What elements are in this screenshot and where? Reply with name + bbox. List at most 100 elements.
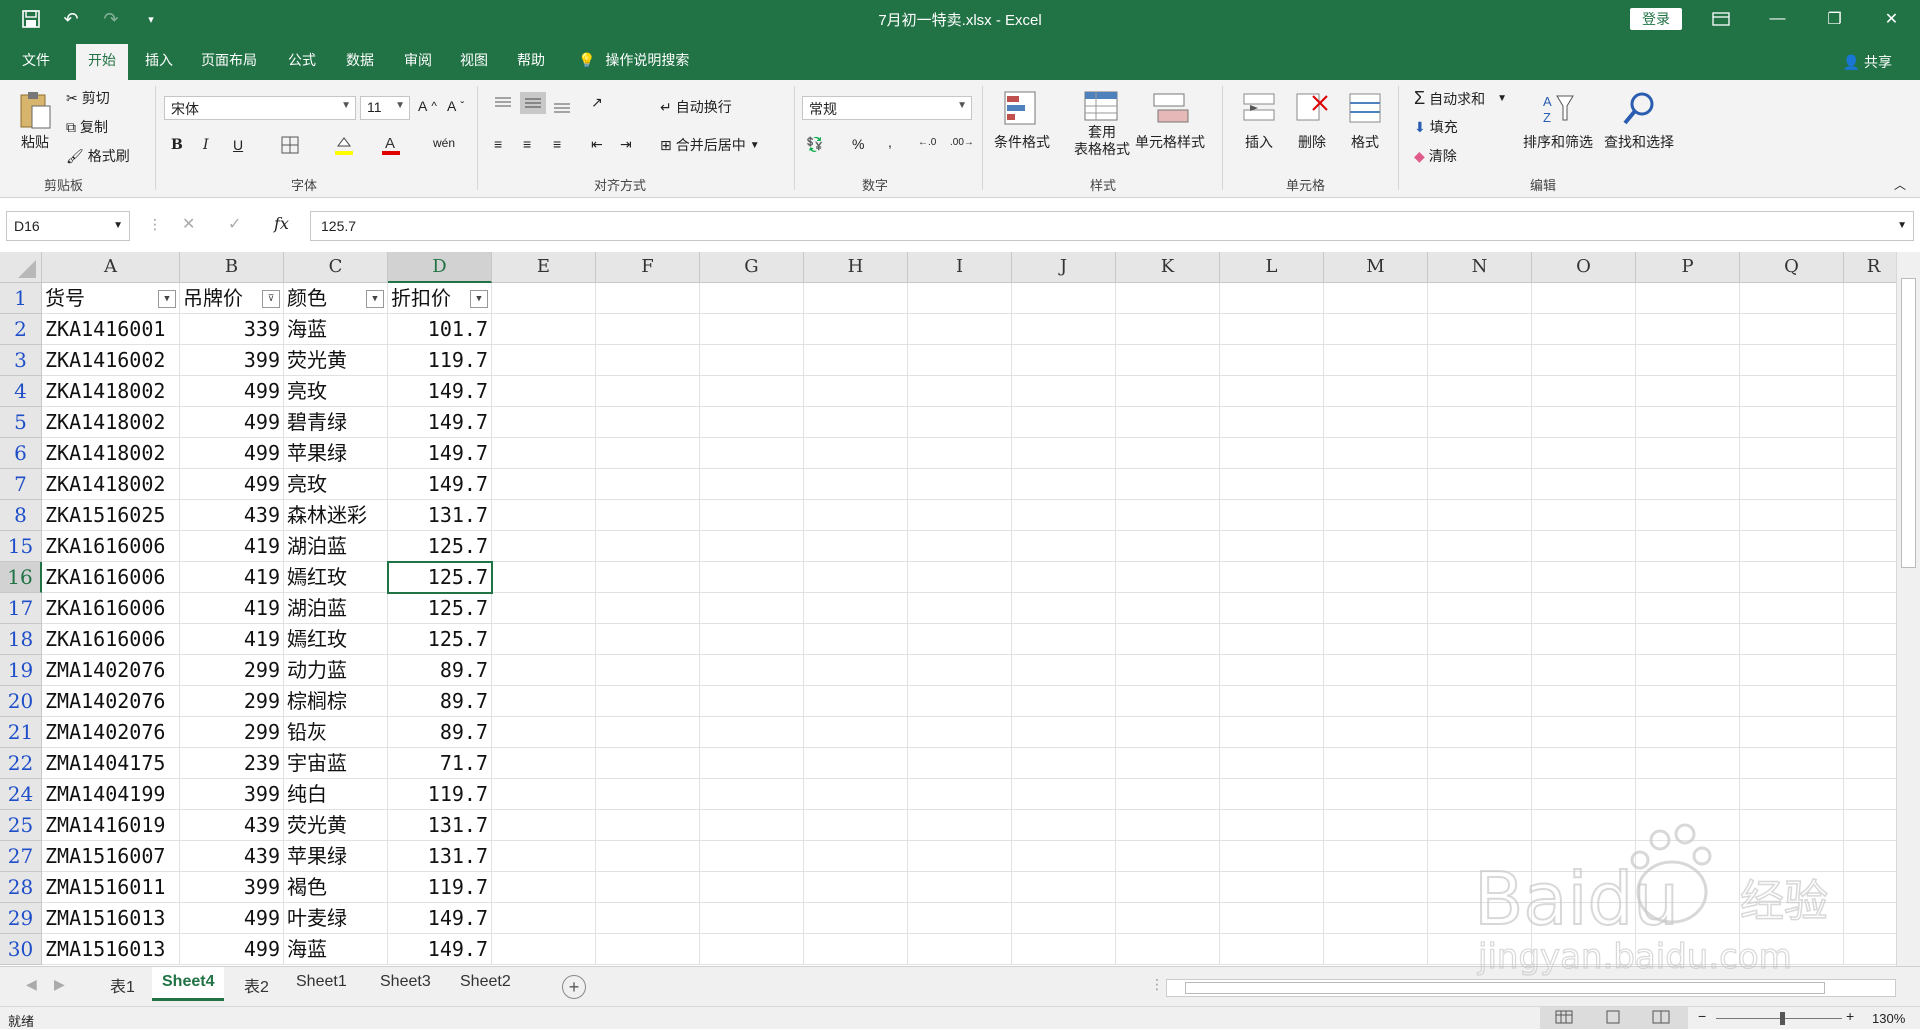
- empty-cell[interactable]: [492, 345, 596, 376]
- empty-cell[interactable]: [1012, 469, 1116, 500]
- cell-b[interactable]: 399: [180, 872, 284, 903]
- empty-cell[interactable]: [1012, 717, 1116, 748]
- empty-cell[interactable]: [1532, 283, 1636, 314]
- format-painter-button[interactable]: 🖌 格式刷: [66, 146, 130, 166]
- empty-cell[interactable]: [1220, 500, 1324, 531]
- empty-cell[interactable]: [596, 872, 700, 903]
- font-size-select[interactable]: 11 ▼: [360, 96, 410, 120]
- empty-cell[interactable]: [1740, 686, 1844, 717]
- italic-button[interactable]: I: [203, 137, 209, 153]
- empty-cell[interactable]: [1844, 810, 1896, 841]
- empty-cell[interactable]: [1532, 407, 1636, 438]
- empty-cell[interactable]: [1220, 438, 1324, 469]
- empty-cell[interactable]: [492, 779, 596, 810]
- empty-cell[interactable]: [1324, 438, 1428, 469]
- empty-cell[interactable]: [804, 655, 908, 686]
- confirm-entry-icon[interactable]: ✓: [228, 214, 241, 234]
- cell-a[interactable]: ZKA1418002: [42, 438, 180, 469]
- empty-cell[interactable]: [700, 283, 804, 314]
- cell-c[interactable]: 湖泊蓝: [284, 531, 388, 562]
- cell-b[interactable]: 499: [180, 407, 284, 438]
- empty-cell[interactable]: [1740, 438, 1844, 469]
- empty-cell[interactable]: [1324, 934, 1428, 965]
- empty-cell[interactable]: [1324, 314, 1428, 345]
- empty-cell[interactable]: [1532, 593, 1636, 624]
- empty-cell[interactable]: [1844, 686, 1896, 717]
- cell-c[interactable]: 宇宙蓝: [284, 748, 388, 779]
- merge-center-button[interactable]: ⊞ 合并后居中 ▼: [660, 135, 760, 155]
- empty-cell[interactable]: [596, 779, 700, 810]
- empty-cell[interactable]: [492, 810, 596, 841]
- empty-cell[interactable]: [1116, 469, 1220, 500]
- cell-d[interactable]: 149.7: [388, 407, 492, 438]
- empty-cell[interactable]: [1740, 314, 1844, 345]
- empty-cell[interactable]: [1532, 314, 1636, 345]
- cell-a[interactable]: ZMA1402076: [42, 717, 180, 748]
- decrease-font-icon[interactable]: Aˇ: [447, 98, 464, 114]
- empty-cell[interactable]: [1532, 748, 1636, 779]
- empty-cell[interactable]: [492, 655, 596, 686]
- cell-c[interactable]: 湖泊蓝: [284, 593, 388, 624]
- cell-d[interactable]: 89.7: [388, 717, 492, 748]
- empty-cell[interactable]: [1636, 903, 1740, 934]
- cut-button[interactable]: ✂ 剪切: [66, 88, 110, 108]
- empty-cell[interactable]: [492, 593, 596, 624]
- empty-cell[interactable]: [700, 314, 804, 345]
- empty-cell[interactable]: [492, 469, 596, 500]
- cell-c[interactable]: 海蓝: [284, 934, 388, 965]
- empty-cell[interactable]: [1220, 748, 1324, 779]
- empty-cell[interactable]: [908, 531, 1012, 562]
- empty-cell[interactable]: [1324, 469, 1428, 500]
- empty-cell[interactable]: [1116, 345, 1220, 376]
- empty-cell[interactable]: [1324, 345, 1428, 376]
- empty-cell[interactable]: [1324, 500, 1428, 531]
- font-name-select[interactable]: 宋体 ▼: [164, 96, 356, 120]
- empty-cell[interactable]: [596, 841, 700, 872]
- empty-cell[interactable]: [804, 438, 908, 469]
- empty-cell[interactable]: [596, 655, 700, 686]
- phonetic-guide-icon[interactable]: wén: [433, 136, 455, 150]
- empty-cell[interactable]: [1116, 593, 1220, 624]
- empty-cell[interactable]: [1012, 283, 1116, 314]
- empty-cell[interactable]: [1324, 283, 1428, 314]
- tab-help[interactable]: 帮助: [517, 50, 545, 70]
- row-header[interactable]: 29: [0, 903, 42, 934]
- empty-cell[interactable]: [1636, 500, 1740, 531]
- empty-cell[interactable]: [492, 376, 596, 407]
- share-button[interactable]: 👤 共享: [1843, 52, 1892, 72]
- column-header-q[interactable]: Q: [1740, 252, 1844, 283]
- empty-cell[interactable]: [1844, 779, 1896, 810]
- empty-cell[interactable]: [1116, 872, 1220, 903]
- cell-c[interactable]: 亮玫: [284, 469, 388, 500]
- increase-indent-icon[interactable]: ⇥: [620, 136, 632, 153]
- cell-d[interactable]: 125.7: [388, 593, 492, 624]
- sheet-tab[interactable]: Sheet2: [450, 967, 521, 1001]
- cell-a[interactable]: ZKA1516025: [42, 500, 180, 531]
- empty-cell[interactable]: [1740, 841, 1844, 872]
- cell-b[interactable]: 499: [180, 934, 284, 965]
- empty-cell[interactable]: [1116, 376, 1220, 407]
- empty-cell[interactable]: [1844, 655, 1896, 686]
- tab-file[interactable]: 文件: [22, 50, 50, 70]
- empty-cell[interactable]: [1220, 686, 1324, 717]
- tab-review[interactable]: 审阅: [404, 50, 432, 70]
- cell-b[interactable]: 499: [180, 438, 284, 469]
- empty-cell[interactable]: [1532, 655, 1636, 686]
- collapse-ribbon-icon[interactable]: ︿: [1894, 176, 1906, 193]
- empty-cell[interactable]: [1220, 655, 1324, 686]
- empty-cell[interactable]: [700, 810, 804, 841]
- empty-cell[interactable]: [908, 283, 1012, 314]
- cell-a[interactable]: ZMA1516013: [42, 934, 180, 965]
- row-header[interactable]: 6: [0, 438, 42, 469]
- page-break-view-icon[interactable]: [1652, 1010, 1670, 1024]
- empty-cell[interactable]: [1324, 779, 1428, 810]
- empty-cell[interactable]: [1844, 934, 1896, 965]
- empty-cell[interactable]: [1012, 779, 1116, 810]
- empty-cell[interactable]: [908, 345, 1012, 376]
- delete-cells-button[interactable]: 删除: [1293, 90, 1331, 152]
- empty-cell[interactable]: [596, 593, 700, 624]
- empty-cell[interactable]: [1324, 655, 1428, 686]
- empty-cell[interactable]: [1324, 717, 1428, 748]
- empty-cell[interactable]: [1532, 438, 1636, 469]
- tab-view[interactable]: 视图: [460, 50, 488, 70]
